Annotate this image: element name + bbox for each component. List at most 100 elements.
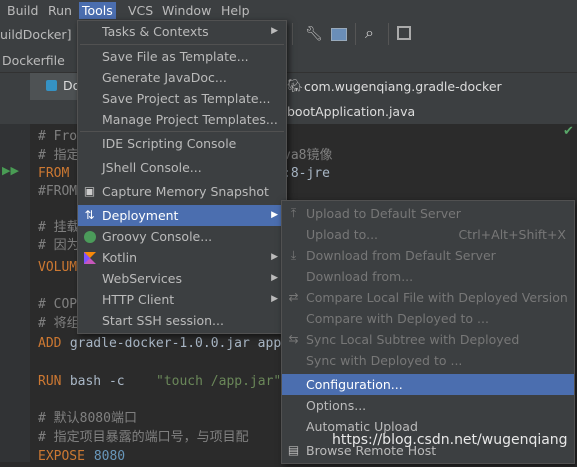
menu-item-kotlin[interactable]: Kotlin ▶	[78, 247, 286, 268]
docker-file-icon	[46, 80, 57, 91]
menu-divider	[80, 131, 284, 132]
menu-item-label: Sync with Deployed to ...	[306, 353, 463, 368]
deployment-submenu: ⤒ Upload to Default Server Upload to... …	[281, 200, 575, 464]
memory-snapshot-icon: ▣	[83, 184, 96, 198]
menu-item-label: Generate JavaDoc...	[102, 70, 227, 85]
remote-host-icon: ▤	[287, 443, 300, 457]
menu-build[interactable]: Build	[4, 2, 41, 19]
menu-run[interactable]: Run	[45, 2, 75, 19]
menu-item-compare-local[interactable]: ⇄ Compare Local File with Deployed Versi…	[282, 287, 574, 308]
code-line: # Fro	[38, 129, 78, 144]
deployment-icon: ⇅	[84, 208, 95, 222]
menu-item-label: Configuration...	[306, 377, 403, 392]
code-line: EXPOSE	[38, 449, 85, 464]
menu-item-save-file-template[interactable]: Save File as Template...	[78, 46, 286, 67]
submenu-arrow-icon: ▶	[271, 273, 278, 283]
menu-item-generate-javadoc[interactable]: Generate JavaDoc...	[78, 67, 286, 88]
menu-item-label: Save File as Template...	[102, 49, 249, 64]
code-line: # 默认8080端口	[38, 411, 137, 426]
menu-tools[interactable]: Tools	[79, 2, 116, 19]
tools-menu: Tasks & Contexts ▶ Save File as Template…	[77, 20, 287, 334]
tab-dockerfile[interactable]: Do	[30, 73, 80, 100]
menu-item-label: Capture Memory Snapshot	[102, 184, 269, 199]
menu-item-configuration[interactable]: Configuration...	[282, 374, 574, 395]
submenu-arrow-icon: ▶	[271, 26, 278, 36]
groovy-icon	[82, 229, 97, 244]
gradle-elephant-icon: 🐘︎	[287, 78, 303, 93]
toolbar-divider	[388, 23, 389, 45]
code-line: ADD	[38, 336, 62, 351]
code-line: VOLUM	[38, 260, 78, 275]
menu-item-save-project-template[interactable]: Save Project as Template...	[78, 88, 286, 109]
menu-item-label: JShell Console...	[102, 160, 202, 175]
menu-item-download-default[interactable]: ⤓ Download from Default Server	[282, 245, 574, 266]
menu-item-label: Download from Default Server	[306, 248, 496, 263]
shortcut-label: Ctrl+Alt+Shift+X	[458, 227, 566, 242]
submenu-arrow-icon: ▶	[271, 294, 278, 304]
menu-item-label: Compare Local File with Deployed Version	[306, 290, 568, 305]
code-line: # 因为	[38, 238, 80, 253]
menu-item-sync-deployed[interactable]: Sync with Deployed to ...	[282, 350, 574, 371]
menu-item-label: Start SSH session...	[102, 313, 224, 328]
menu-item-label: Save Project as Template...	[102, 91, 271, 106]
menu-item-options[interactable]: Options...	[282, 395, 574, 416]
menu-item-upload-to[interactable]: Upload to... Ctrl+Alt+Shift+X	[282, 224, 574, 245]
submenu-arrow-icon: ▶	[271, 210, 278, 220]
menu-item-groovy-console[interactable]: Groovy Console...	[78, 226, 286, 247]
menu-item-ide-scripting-console[interactable]: IDE Scripting Console	[78, 133, 286, 154]
menu-item-start-ssh[interactable]: Start SSH session...	[78, 310, 286, 331]
project-name-label[interactable]: com.wugenqiang.gradle-docker	[304, 79, 502, 94]
menu-item-label: Tasks & Contexts	[102, 24, 209, 39]
menu-item-sync-subtree[interactable]: ⇆ Sync Local Subtree with Deployed	[282, 329, 574, 350]
menu-item-download-from[interactable]: Download from...	[282, 266, 574, 287]
code-line: # COP	[38, 297, 78, 312]
project-selector[interactable]: uildDocker]	[0, 27, 71, 42]
wrench-icon[interactable]: 🔧︎	[305, 26, 323, 42]
menu-item-deployment[interactable]: ⇅ Deployment ▶	[78, 205, 286, 226]
menu-item-label: Manage Project Templates...	[102, 112, 278, 127]
menu-item-http-client[interactable]: HTTP Client ▶	[78, 289, 286, 310]
menu-item-label: IDE Scripting Console	[102, 136, 237, 151]
breadcrumb-file[interactable]: Dockerfile	[2, 53, 65, 68]
code-line: :8-jre	[283, 166, 330, 181]
run-gutter-icon[interactable]: ▶▶	[2, 164, 19, 177]
code-line: RUN	[38, 374, 62, 389]
code-line: #FROM	[38, 184, 78, 199]
menu-item-capture-memory[interactable]: ▣ Capture Memory Snapshot	[78, 181, 286, 202]
code-line: # 将组	[38, 316, 80, 331]
menu-item-upload-default[interactable]: ⤒ Upload to Default Server	[282, 203, 574, 224]
code-line: 8080	[86, 449, 126, 464]
editor-gutter: ▶▶	[0, 124, 30, 462]
menu-item-label: Options...	[306, 398, 367, 413]
menu-item-jshell-console[interactable]: JShell Console...	[78, 157, 286, 178]
menu-item-tasks-contexts[interactable]: Tasks & Contexts ▶	[78, 21, 286, 42]
submenu-arrow-icon: ▶	[271, 252, 278, 262]
tab-application-java[interactable]: bootApplication.java	[287, 104, 415, 119]
menu-window[interactable]: Window	[159, 2, 214, 19]
menu-item-label: Upload to...	[306, 227, 379, 242]
menu-item-label: Download from...	[306, 269, 414, 284]
menu-item-label: Kotlin	[102, 250, 137, 265]
menu-item-compare-deployed[interactable]: Compare with Deployed to ...	[282, 308, 574, 329]
code-line: # 指定项目暴露的端口号，与项目配	[38, 430, 249, 445]
menu-item-manage-templates[interactable]: Manage Project Templates...	[78, 109, 286, 130]
terminal-icon[interactable]	[397, 26, 411, 40]
search-icon[interactable]: ⌕	[365, 23, 374, 43]
menu-vcs[interactable]: VCS	[125, 2, 156, 19]
menu-item-label: Sync Local Subtree with Deployed	[306, 332, 520, 347]
upload-icon: ⤒	[290, 206, 297, 220]
toolbar-divider	[355, 23, 356, 45]
code-line: bash -c	[62, 374, 133, 389]
code-line: "touch /app.jar"	[156, 374, 282, 389]
compare-icon: ⇄	[288, 290, 299, 304]
menu-help[interactable]: Help	[218, 2, 253, 19]
menu-bar: Build Run Tools VCS Window Help	[0, 0, 577, 21]
code-line: gradle-docker-1.0.0.jar app	[62, 336, 282, 351]
project-structure-icon[interactable]	[331, 28, 347, 41]
menu-divider	[80, 44, 284, 45]
menu-item-label: Groovy Console...	[102, 229, 213, 244]
menu-item-webservices[interactable]: WebServices ▶	[78, 268, 286, 289]
menu-item-label: Deployment	[102, 208, 179, 223]
download-icon: ⤓	[290, 248, 297, 262]
sync-icon: ⇆	[288, 332, 299, 346]
